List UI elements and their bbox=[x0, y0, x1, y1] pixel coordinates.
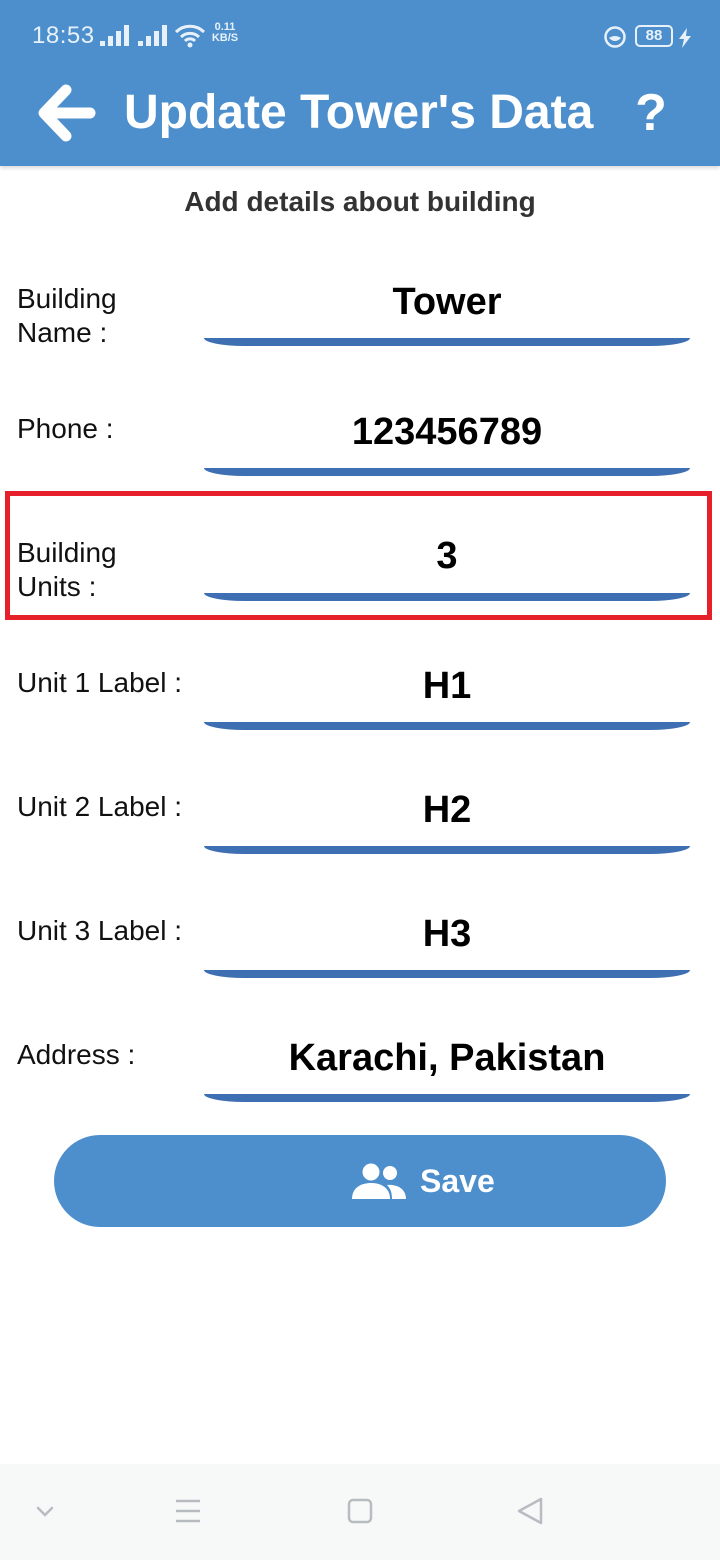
wifi-icon bbox=[174, 24, 206, 55]
screen: 18:53 0.11 KB/S 88 Update Tower's Data ?… bbox=[0, 0, 720, 1560]
nav-home-button[interactable] bbox=[320, 1464, 400, 1560]
arrow-left-icon bbox=[38, 84, 96, 142]
form-subtitle: Add details about building bbox=[184, 186, 536, 217]
highlight-box bbox=[5, 491, 712, 620]
home-square-icon bbox=[347, 1498, 373, 1524]
group-icon bbox=[350, 1163, 408, 1206]
unit-3-label-text: Unit 3 Label : bbox=[17, 915, 182, 946]
phone-underline bbox=[204, 468, 690, 476]
network-speed-unit: KB/S bbox=[211, 32, 239, 44]
nav-menu-button[interactable] bbox=[148, 1464, 228, 1560]
status-time: 18:53 bbox=[32, 22, 95, 49]
phone-label-line1: Phone : bbox=[17, 413, 114, 444]
unit-2-label-text: Unit 2 Label : bbox=[17, 791, 182, 822]
back-triangle-icon bbox=[517, 1497, 543, 1525]
signal-icon bbox=[100, 25, 132, 54]
address-input[interactable]: Karachi, Pakistan bbox=[204, 1036, 690, 1080]
address-row: Address : Karachi, Pakistan bbox=[0, 1036, 720, 1146]
nav-collapse-button[interactable] bbox=[5, 1464, 85, 1560]
address-underline bbox=[204, 1094, 690, 1102]
signal-icon-2 bbox=[138, 25, 170, 54]
help-button[interactable]: ? bbox=[628, 84, 674, 142]
building-name-row: Building Name : Tower bbox=[0, 280, 720, 390]
unit-1-label-text: Unit 1 Label : bbox=[17, 667, 182, 698]
unit-2-label-input[interactable]: H2 bbox=[204, 788, 690, 832]
nav-back-button[interactable] bbox=[490, 1464, 570, 1560]
save-button-label: Save bbox=[420, 1163, 495, 1199]
unit-3-label-row: Unit 3 Label : H3 bbox=[0, 912, 720, 1022]
app-bar: 18:53 0.11 KB/S 88 Update Tower's Data ? bbox=[0, 0, 720, 166]
save-button[interactable]: Save bbox=[54, 1135, 666, 1227]
building-name-label: Building Name : bbox=[17, 282, 197, 350]
menu-icon bbox=[176, 1499, 200, 1523]
network-speed: 0.11 KB/S bbox=[210, 22, 240, 44]
phone-label: Phone : bbox=[17, 412, 197, 446]
unit-3-label-input[interactable]: H3 bbox=[204, 912, 690, 956]
unit-1-label-label: Unit 1 Label : bbox=[17, 666, 207, 700]
system-nav-bar bbox=[0, 1464, 720, 1560]
battery-indicator: 88 bbox=[635, 25, 673, 47]
building-name-label-line2: Name : bbox=[17, 317, 108, 348]
address-label-text: Address : bbox=[17, 1039, 136, 1070]
status-bar: 18:53 0.11 KB/S 88 bbox=[0, 0, 720, 72]
building-name-input[interactable]: Tower bbox=[204, 280, 690, 324]
unit-1-label-underline bbox=[204, 722, 690, 730]
unit-2-label-label: Unit 2 Label : bbox=[17, 790, 207, 824]
phone-input[interactable]: 123456789 bbox=[204, 410, 690, 454]
chevron-down-icon bbox=[36, 1506, 54, 1517]
unit-2-label-underline bbox=[204, 846, 690, 854]
unit-1-label-input[interactable]: H1 bbox=[204, 664, 690, 708]
eye-comfort-icon bbox=[603, 26, 627, 55]
address-label: Address : bbox=[17, 1038, 197, 1072]
unit-3-label-label: Unit 3 Label : bbox=[17, 914, 207, 948]
unit-3-label-underline bbox=[204, 970, 690, 978]
building-name-underline bbox=[204, 338, 690, 346]
back-button[interactable] bbox=[38, 84, 96, 142]
unit-2-label-row: Unit 2 Label : H2 bbox=[0, 788, 720, 898]
unit-1-label-row: Unit 1 Label : H1 bbox=[0, 664, 720, 774]
charging-icon bbox=[678, 27, 692, 55]
page-title: Update Tower's Data bbox=[124, 86, 594, 139]
building-name-label-line1: Building bbox=[17, 283, 117, 314]
